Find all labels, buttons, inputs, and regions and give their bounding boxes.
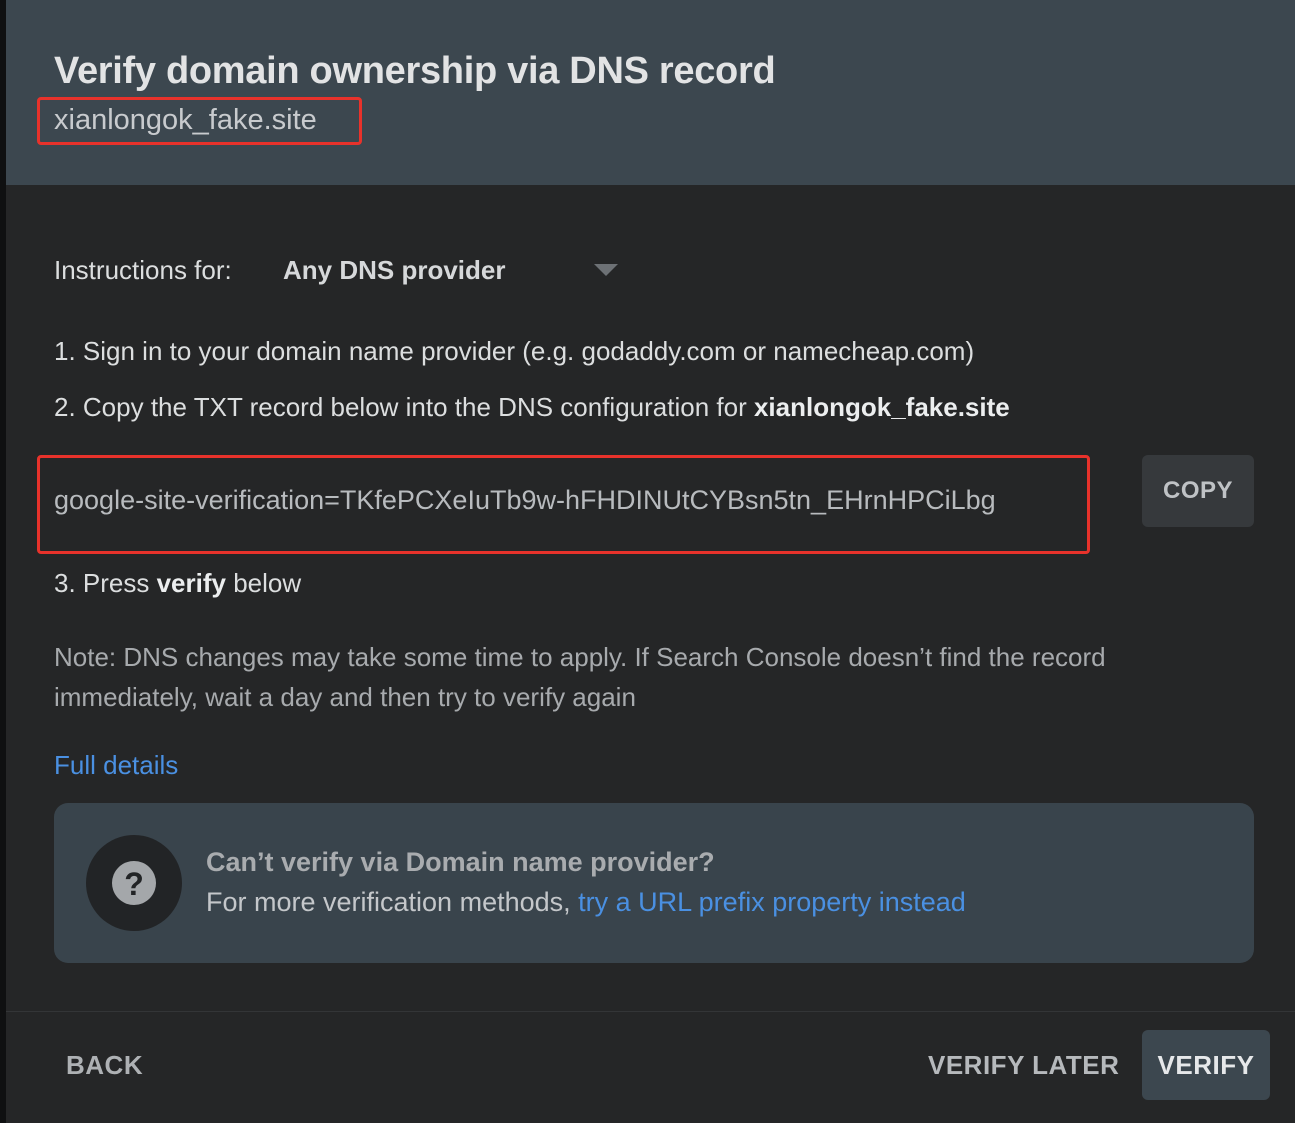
- step-2-prefix: 2. Copy the TXT record below into the DN…: [54, 392, 754, 422]
- alternative-text: For more verification methods, try a URL…: [206, 887, 966, 918]
- step-1-text: 1. Sign in to your domain name provider …: [54, 336, 975, 366]
- full-details-link[interactable]: Full details: [54, 750, 178, 781]
- verify-dns-dialog: Verify domain ownership via DNS record x…: [6, 0, 1295, 1123]
- instructions-label: Instructions for:: [54, 255, 232, 285]
- dns-note: Note: DNS changes may take some time to …: [54, 642, 1106, 712]
- dns-provider-select[interactable]: Any DNS provider: [268, 248, 628, 292]
- domain-highlight-box: [37, 97, 362, 145]
- help-icon-container: ?: [86, 835, 182, 931]
- step-3-suffix: below: [225, 568, 302, 598]
- step-2-text: 2. Copy the TXT record below into the DN…: [54, 392, 1010, 423]
- step-2-domain: xianlongok_fake.site: [753, 392, 1010, 422]
- verify-later-button[interactable]: VERIFY LATER: [914, 1030, 1133, 1100]
- verify-button[interactable]: VERIFY: [1142, 1030, 1270, 1100]
- dialog-header: Verify domain ownership via DNS record x…: [6, 0, 1295, 185]
- step-3-prefix: 3. Press: [54, 568, 157, 598]
- step-3-bold: verify: [156, 568, 226, 598]
- url-prefix-link[interactable]: try a URL prefix property instead: [578, 887, 966, 917]
- copy-button[interactable]: COPY: [1142, 455, 1254, 527]
- help-icon: ?: [112, 861, 156, 905]
- back-button[interactable]: BACK: [50, 1030, 159, 1100]
- alternative-text-prefix: For more verification methods,: [206, 887, 579, 917]
- footer-divider: [6, 1011, 1295, 1012]
- alternative-title: Can’t verify via Domain name provider?: [206, 847, 715, 877]
- dns-provider-value: Any DNS provider: [283, 255, 506, 285]
- dropdown-arrow-icon: [594, 264, 618, 276]
- dialog-title: Verify domain ownership via DNS record: [54, 50, 776, 92]
- alternative-method-box: ? Can’t verify via Domain name provider?…: [54, 803, 1254, 963]
- txt-record-highlight-box: [37, 455, 1090, 554]
- step-3-text: 3. Press verify below: [54, 568, 301, 599]
